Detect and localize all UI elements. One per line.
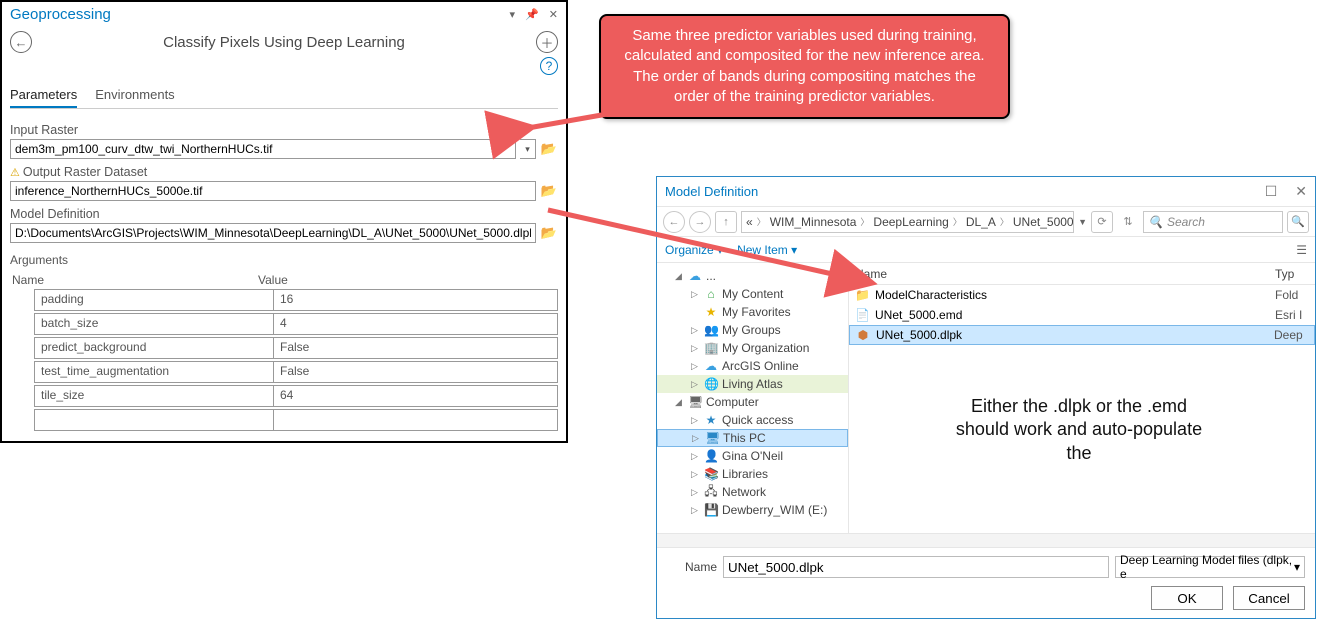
- model-definition-label: Model Definition: [10, 207, 558, 221]
- file-col-type[interactable]: Typ: [1275, 267, 1315, 281]
- arg-name[interactable]: padding: [34, 289, 274, 311]
- file-row[interactable]: ⬢ UNet_5000.dlpk Deep: [849, 325, 1315, 345]
- arg-value[interactable]: [274, 409, 558, 431]
- arguments-label: Arguments: [10, 253, 558, 267]
- horizontal-scrollbar[interactable]: [657, 533, 1315, 547]
- dlpk-icon: ⬢: [856, 328, 870, 342]
- file-col-name[interactable]: Name: [849, 267, 1275, 281]
- tool-tabs: Parameters Environments: [10, 83, 558, 109]
- view-icon[interactable]: ☰: [1296, 243, 1307, 257]
- file-row[interactable]: 📁 ModelCharacteristics Fold: [849, 285, 1315, 305]
- tree-arcgis-online[interactable]: ▷☁ArcGIS Online: [657, 357, 848, 375]
- model-definition-field[interactable]: [10, 223, 536, 243]
- pane-dropdown-icon[interactable]: ▾: [510, 8, 516, 21]
- output-raster-browse-icon[interactable]: 📂: [540, 182, 558, 200]
- pane-pin-icon[interactable]: 📌: [525, 8, 539, 21]
- file-list: Name Typ 📁 ModelCharacteristics Fold 📄 U…: [849, 263, 1315, 533]
- arg-row: test_time_augmentation False: [10, 361, 558, 383]
- pane-window-controls: ▾ 📌 ✕: [510, 8, 558, 21]
- arg-row: padding 16: [10, 289, 558, 311]
- search-input[interactable]: 🔍 Search: [1143, 211, 1283, 233]
- file-icon: 📄: [855, 308, 869, 322]
- output-raster-label: Output Raster Dataset: [10, 165, 558, 179]
- tree-living-atlas[interactable]: ▷🌐Living Atlas: [657, 375, 848, 393]
- arg-row: predict_background False: [10, 337, 558, 359]
- arg-name[interactable]: test_time_augmentation: [34, 361, 274, 383]
- pane-title: Geoprocessing: [10, 6, 502, 23]
- cancel-button[interactable]: Cancel: [1233, 586, 1305, 610]
- dialog-title: Model Definition: [665, 184, 1265, 199]
- input-raster-field[interactable]: [10, 139, 516, 159]
- name-field[interactable]: [723, 556, 1109, 578]
- annotation-dlpk-emd: Either the .dlpk or the .emd should work…: [949, 395, 1209, 465]
- geoprocessing-pane: Geoprocessing ▾ 📌 ✕ ← Classify Pixels Us…: [0, 0, 568, 443]
- arg-value[interactable]: 16: [274, 289, 558, 311]
- file-type-filter[interactable]: Deep Learning Model files (dlpk, e▾: [1115, 556, 1305, 578]
- tree-network[interactable]: ▷🖧Network: [657, 483, 848, 501]
- tree-quick-access[interactable]: ▷★Quick access: [657, 411, 848, 429]
- arg-value[interactable]: False: [274, 337, 558, 359]
- tab-environments[interactable]: Environments: [95, 83, 174, 108]
- output-raster-field[interactable]: [10, 181, 536, 201]
- annotation-callout: Same three predictor variables used duri…: [599, 14, 1010, 119]
- tree-computer[interactable]: ◢🖥Computer: [657, 393, 848, 411]
- arrow-to-input-raster: [520, 110, 640, 145]
- tree-user[interactable]: ▷👤Gina O'Neil: [657, 447, 848, 465]
- arg-name[interactable]: [34, 409, 274, 431]
- dialog-close-icon[interactable]: ✕: [1295, 183, 1307, 200]
- tab-parameters[interactable]: Parameters: [10, 83, 77, 108]
- arg-name[interactable]: tile_size: [34, 385, 274, 407]
- search-go-button[interactable]: 🔍: [1287, 211, 1309, 233]
- arg-value[interactable]: False: [274, 361, 558, 383]
- tree-libraries[interactable]: ▷📚Libraries: [657, 465, 848, 483]
- input-raster-label: Input Raster: [10, 123, 558, 137]
- tree-my-groups[interactable]: ▷👥My Groups: [657, 321, 848, 339]
- pane-close-icon[interactable]: ✕: [549, 8, 558, 21]
- ok-button[interactable]: OK: [1151, 586, 1223, 610]
- dialog-maximize-icon[interactable]: ☐: [1265, 183, 1278, 200]
- search-icon: 🔍: [1148, 215, 1163, 229]
- arg-row: batch_size 4: [10, 313, 558, 335]
- arg-name[interactable]: predict_background: [34, 337, 274, 359]
- help-icon[interactable]: ?: [540, 57, 558, 75]
- arg-row: [10, 409, 558, 431]
- name-label: Name: [667, 560, 717, 574]
- args-col-name: Name: [10, 273, 258, 287]
- back-button[interactable]: ←: [10, 31, 32, 53]
- file-row[interactable]: 📄 UNet_5000.emd Esri I: [849, 305, 1315, 325]
- add-button[interactable]: ＋: [536, 31, 558, 53]
- tool-title: Classify Pixels Using Deep Learning: [32, 34, 536, 51]
- tree-this-pc[interactable]: ▷🖥This PC: [657, 429, 848, 447]
- tree-drive[interactable]: ▷💾Dewberry_WIM (E:): [657, 501, 848, 519]
- arg-name[interactable]: batch_size: [34, 313, 274, 335]
- arg-value[interactable]: 64: [274, 385, 558, 407]
- tree-my-organization[interactable]: ▷🏢My Organization: [657, 339, 848, 357]
- arrow-to-dlpk: [548, 202, 888, 307]
- arg-value[interactable]: 4: [274, 313, 558, 335]
- arg-row: tile_size 64: [10, 385, 558, 407]
- args-col-value: Value: [258, 273, 558, 287]
- nav-refresh-button[interactable]: ⟳: [1091, 211, 1113, 233]
- sort-icon[interactable]: ⇅: [1117, 211, 1139, 233]
